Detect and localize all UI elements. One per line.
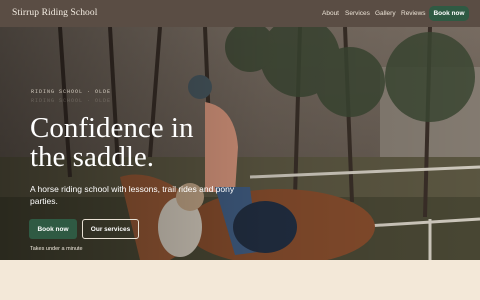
hero-eyebrow: RIDING SCHOOL · OLDE xyxy=(31,89,112,95)
hero-subheadline: A horse riding school with lessons, trai… xyxy=(30,184,235,206)
our-services-button[interactable]: Our services xyxy=(82,219,139,239)
nav-book-now-button[interactable]: Book now xyxy=(429,6,469,21)
book-now-button[interactable]: Book now xyxy=(29,219,77,239)
page-below-hero xyxy=(0,260,480,300)
hero-headline: Confidence in the saddle. xyxy=(30,114,290,172)
nav-link-about[interactable]: About xyxy=(322,10,339,17)
nav-link-gallery[interactable]: Gallery xyxy=(375,10,396,17)
nav-link-reviews[interactable]: Reviews xyxy=(401,10,426,17)
booking-time-note: Takes under a minute xyxy=(30,246,83,252)
hero-section: RIDING SCHOOL · OLDE RIDING SCHOOL · OLD… xyxy=(0,27,480,260)
top-nav: Stirrup Riding School About Services Gal… xyxy=(0,0,480,27)
hero-headline-line2: the saddle. xyxy=(30,141,155,173)
nav-link-services[interactable]: Services xyxy=(345,10,370,17)
hero-eyebrow-faded: RIDING SCHOOL · OLDE xyxy=(31,98,112,104)
hero-headline-line1: Confidence in xyxy=(30,112,194,144)
brand-logo[interactable]: Stirrup Riding School xyxy=(12,8,98,18)
